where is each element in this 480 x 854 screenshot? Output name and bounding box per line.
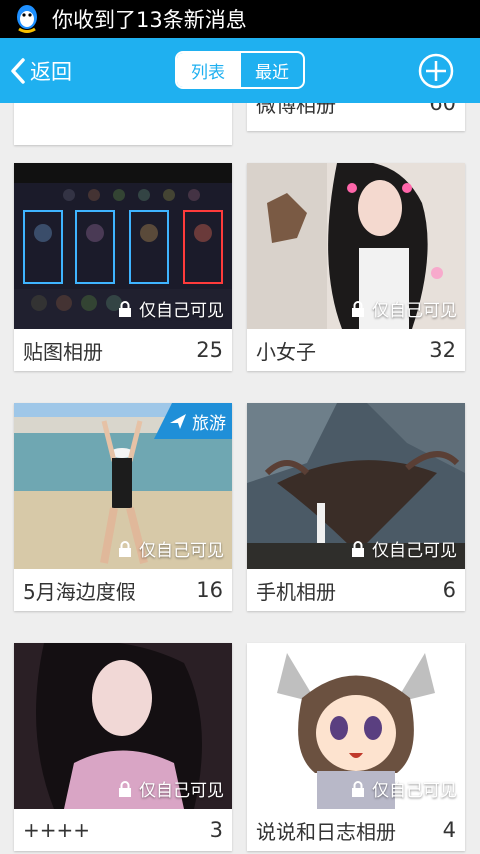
album-footer: ++++ 3 xyxy=(14,809,232,851)
lock-icon xyxy=(119,300,131,317)
plus-circle-icon[interactable] xyxy=(418,53,454,89)
album-footer: 小女子 32 xyxy=(247,329,465,371)
privacy-label: 仅自己可见 xyxy=(118,536,224,561)
album-count: 60 xyxy=(429,103,456,115)
privacy-text: 仅自己可见 xyxy=(139,301,224,321)
privacy-label: 仅自己可见 xyxy=(351,776,457,801)
album-card[interactable]: 仅自己可见 贴图相册 25 xyxy=(14,163,232,371)
airplane-icon xyxy=(170,414,186,429)
album-card[interactable]: 仅自己可见 说说和日志相册 4 xyxy=(247,643,465,851)
album-cover: 旅游 仅自己可见 xyxy=(14,403,232,569)
privacy-text: 仅自己可见 xyxy=(372,541,457,561)
album-footer: 贴图相册 25 xyxy=(14,329,232,371)
lock-icon xyxy=(352,300,364,317)
back-button[interactable]: 返回 xyxy=(10,38,72,103)
privacy-text: 仅自己可见 xyxy=(139,541,224,561)
notification-text: 你收到了13条新消息 xyxy=(52,8,247,32)
chevron-left-icon xyxy=(11,57,25,84)
album-name: 小女子 xyxy=(256,339,316,364)
privacy-label: 仅自己可见 xyxy=(351,296,457,321)
tab-recent[interactable]: 最近 xyxy=(239,53,303,87)
album-count: 4 xyxy=(442,818,456,842)
lock-icon xyxy=(119,780,131,797)
privacy-text: 仅自己可见 xyxy=(372,781,457,801)
album-count: 6 xyxy=(442,578,456,602)
album-grid: 微博相册 60 仅自己可见 贴图相册 25 仅自己可见 小女子 32 旅游 仅自… xyxy=(0,103,480,854)
tab-list[interactable]: 列表 xyxy=(177,53,239,87)
album-name: 贴图相册 xyxy=(23,339,103,364)
album-cover: 仅自己可见 xyxy=(14,643,232,809)
privacy-text: 仅自己可见 xyxy=(139,781,224,801)
album-card[interactable]: 旅游 仅自己可见 5月海边度假 16 xyxy=(14,403,232,611)
album-card[interactable]: 仅自己可见 ++++ 3 xyxy=(14,643,232,851)
album-card[interactable]: 微博相册 60 xyxy=(247,103,465,131)
privacy-label: 仅自己可见 xyxy=(118,296,224,321)
tag-label: 旅游 xyxy=(192,413,226,434)
album-name: ++++ xyxy=(23,818,91,842)
lock-icon xyxy=(352,780,364,797)
album-count: 16 xyxy=(196,578,223,602)
album-name: 手机相册 xyxy=(256,579,336,604)
status-bar: 你收到了13条新消息 xyxy=(0,0,480,38)
album-count: 3 xyxy=(209,818,223,842)
album-name: 说说和日志相册 xyxy=(256,819,396,844)
album-cover: 仅自己可见 xyxy=(14,163,232,329)
album-cover: 仅自己可见 xyxy=(247,643,465,809)
album-name: 微博相册 xyxy=(256,103,336,117)
privacy-text: 仅自己可见 xyxy=(372,301,457,321)
album-name: 5月海边度假 xyxy=(23,579,136,604)
album-count: 32 xyxy=(429,338,456,362)
view-toggle: 列表 最近 xyxy=(175,51,305,89)
back-label: 返回 xyxy=(30,59,72,84)
album-footer: 5月海边度假 16 xyxy=(14,569,232,611)
album-footer: 说说和日志相册 4 xyxy=(247,809,465,851)
album-cover: 仅自己可见 xyxy=(247,163,465,329)
privacy-label: 仅自己可见 xyxy=(118,776,224,801)
lock-icon xyxy=(119,540,131,557)
nav-bar: 返回 列表 最近 xyxy=(0,38,480,103)
album-card[interactable]: 仅自己可见 小女子 32 xyxy=(247,163,465,371)
album-cover: 仅自己可见 xyxy=(247,403,465,569)
album-count: 25 xyxy=(196,338,223,362)
album-card[interactable]: 仅自己可见 手机相册 6 xyxy=(247,403,465,611)
privacy-label: 仅自己可见 xyxy=(351,536,457,561)
qq-icon xyxy=(17,5,37,33)
album-card[interactable] xyxy=(14,103,232,145)
album-footer: 手机相册 6 xyxy=(247,569,465,611)
album-footer xyxy=(14,103,232,145)
album-footer: 微博相册 60 xyxy=(247,103,465,131)
lock-icon xyxy=(352,540,364,557)
